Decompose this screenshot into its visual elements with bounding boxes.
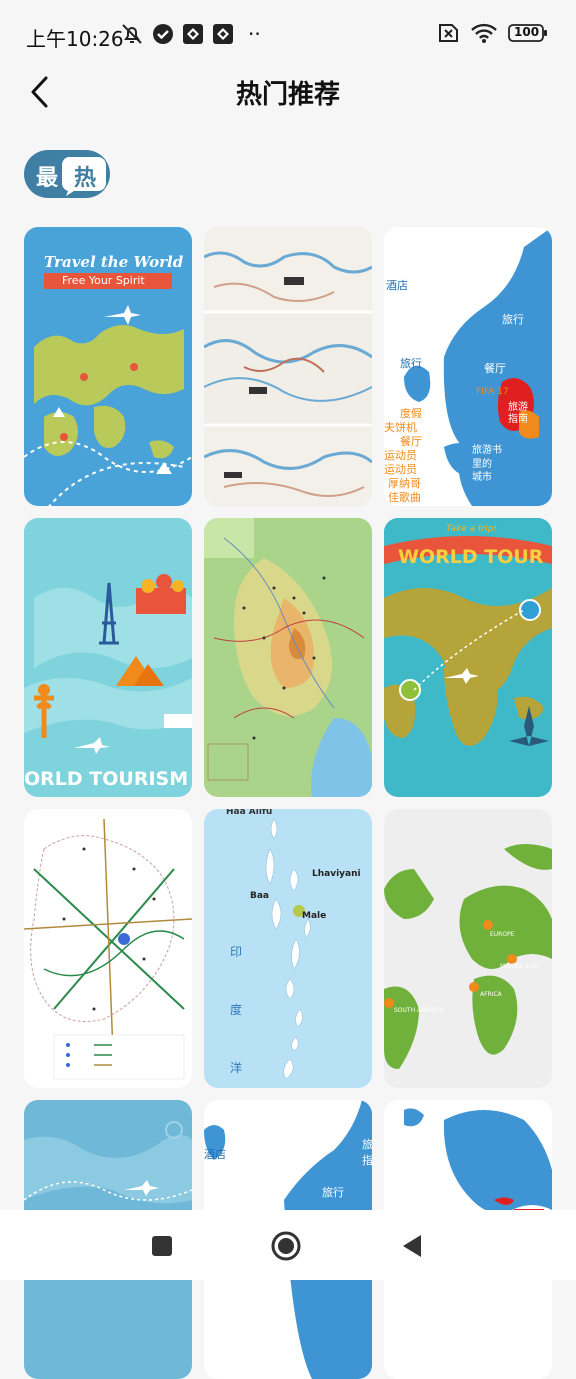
map-label: 旅行	[502, 313, 524, 326]
map-label: 旅	[362, 1138, 372, 1151]
map-card-road-map[interactable]	[24, 809, 192, 1088]
no-sim-icon	[436, 22, 460, 44]
circle-home-icon	[271, 1231, 301, 1261]
page-title: 热门推荐	[235, 80, 340, 110]
more-notifications-dots: ··	[248, 22, 261, 46]
map-label: 洋	[230, 1061, 243, 1075]
card-subtitle: Free Your Spirit	[62, 274, 145, 287]
battery-icon: 100	[508, 23, 548, 43]
triangle-back-icon	[403, 1235, 421, 1257]
map-label: EUROPE	[490, 931, 515, 938]
map-card-world-tourism[interactable]: ORLD TOURISM D	[24, 518, 192, 797]
map-label: AFRICA	[480, 991, 502, 998]
card-caption: ORLD TOURISM D	[24, 768, 192, 790]
map-label: 酒店	[386, 279, 408, 292]
app-notification-icon	[212, 23, 234, 45]
map-label: 度	[230, 1003, 243, 1017]
back-nav-button[interactable]	[396, 1230, 428, 1262]
map-label: 旅行	[400, 357, 422, 370]
app-notification-icon	[182, 23, 204, 45]
title-bar: 热门推荐	[0, 60, 576, 120]
map-label: 酒店	[204, 1148, 226, 1161]
map-label: MIDDLE EAST	[500, 963, 541, 970]
map-label: 餐厅	[484, 362, 506, 375]
card-title: WORLD TOUR	[398, 546, 544, 568]
map-label: 旅游书	[472, 445, 502, 456]
map-label: Baa	[250, 891, 270, 901]
map-label: 指	[362, 1154, 372, 1167]
wifi-icon	[470, 22, 498, 44]
system-nav-bar	[0, 1210, 576, 1280]
mute-bell-icon	[120, 22, 144, 46]
badge-left-char: 最	[36, 166, 59, 191]
map-label: 城市	[472, 472, 492, 483]
home-button[interactable]	[270, 1230, 302, 1262]
map-label: 佳歌曲	[388, 491, 421, 504]
square-icon	[152, 1236, 172, 1256]
map-card-travel-world[interactable]: Travel the World Free Your Spirit	[24, 227, 192, 506]
map-card-europe-guide[interactable]: 酒店 旅行 旅行 餐厅 FIFA 17 旅游指南 度假 夫饼机 餐厅 旅游书 里…	[384, 227, 552, 506]
status-time: 上午10:26	[26, 27, 124, 51]
map-label: SOUTH AMERICA	[394, 1007, 445, 1014]
map-label: 印	[230, 945, 243, 959]
battery-level: 100	[514, 25, 540, 39]
card-tag: Take a trip!	[446, 524, 498, 534]
card-title: Travel the World	[44, 253, 184, 271]
map-card-world-tour[interactable]: Take a trip! WORLD TOUR	[384, 518, 552, 797]
hot-badge: 最 热	[24, 150, 110, 198]
recommend-grid: Travel the World Free Your Spirit 酒店 旅行 …	[24, 227, 552, 1379]
status-icons-right: 100	[436, 22, 548, 44]
map-card-paper-world[interactable]: EUROPE MIDDLE EAST AFRICA SOUTH AMERICA	[384, 809, 552, 1088]
map-label: Male	[302, 911, 327, 921]
check-circle-icon	[152, 23, 174, 45]
map-label: FIFA 17	[476, 387, 509, 397]
recent-apps-button[interactable]	[146, 1230, 178, 1262]
map-label: 旅游指南	[508, 402, 528, 425]
map-card-terrain[interactable]	[204, 518, 372, 797]
map-card-maldives[interactable]: Haa Alifu Lhaviyani Baa Male 印 度 洋	[204, 809, 372, 1088]
map-label: Haa Alifu	[226, 809, 273, 817]
map-label: 旅行	[322, 1186, 344, 1199]
map-label: Lhaviyani	[312, 869, 361, 879]
status-icons-left: ··	[120, 22, 261, 46]
map-card-journey-sketch[interactable]	[204, 227, 372, 506]
badge-right-char: 热	[74, 166, 97, 191]
